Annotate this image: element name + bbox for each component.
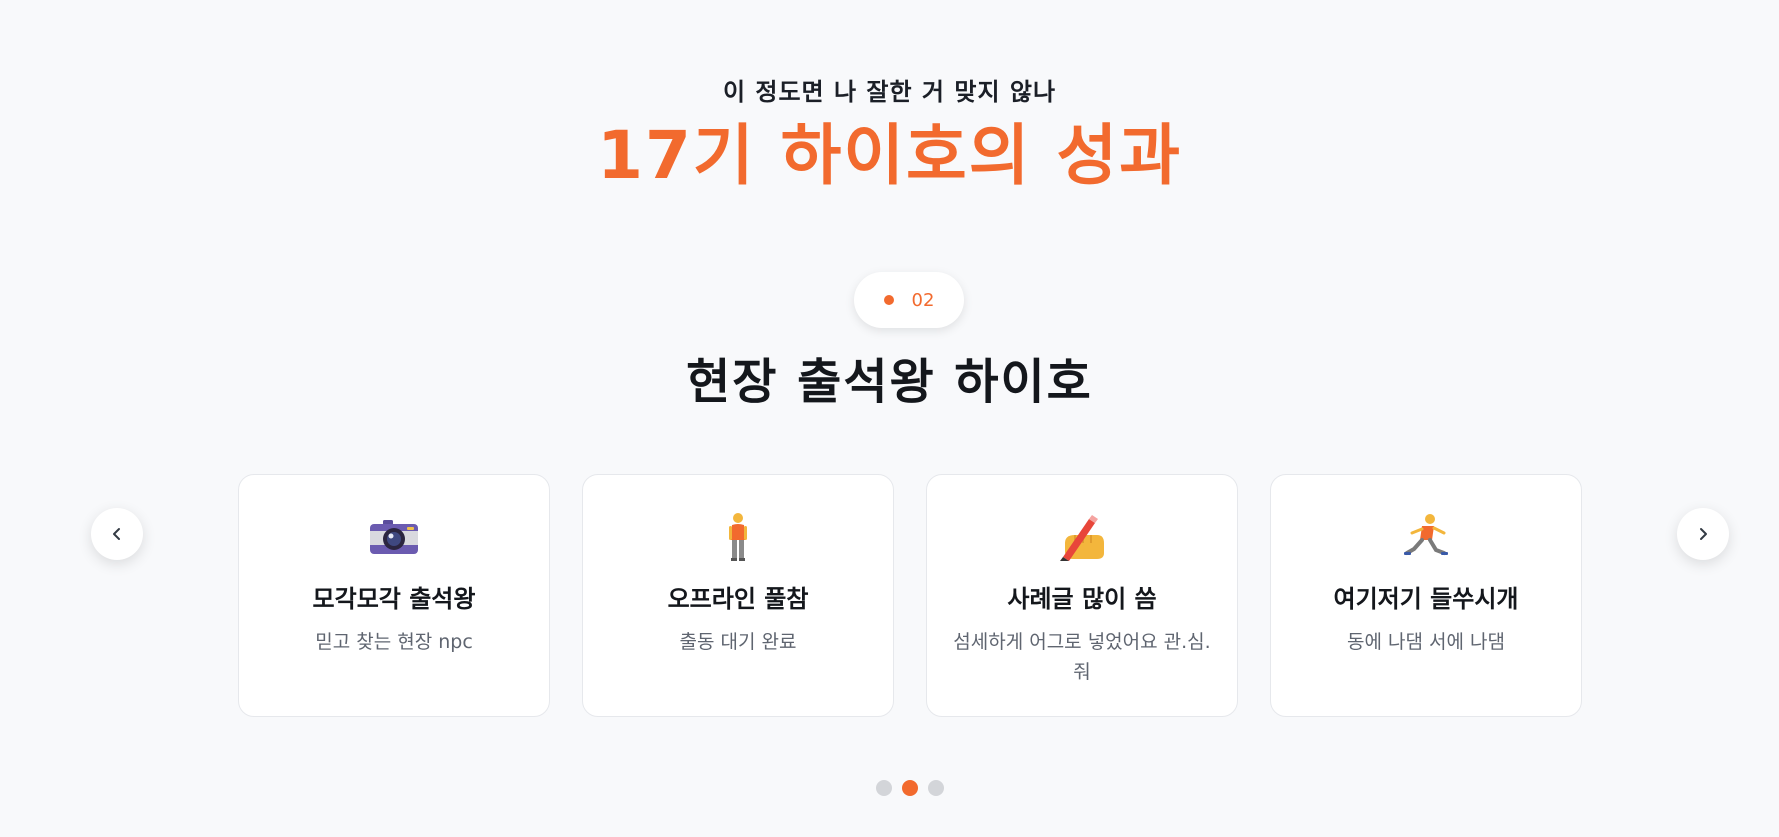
carousel-next-button[interactable] bbox=[1677, 508, 1729, 560]
card-description: 출동 대기 완료 bbox=[679, 631, 797, 653]
achievement-card: 여기저기 들쑤시개 동에 나댐 서에 나댐 bbox=[1270, 474, 1582, 717]
running-person-icon bbox=[1271, 511, 1581, 563]
chevron-left-icon bbox=[113, 528, 120, 540]
card-title: 여기저기 들쑤시개 bbox=[1333, 585, 1519, 613]
card-carousel: 모각모각 출석왕 믿고 찾는 현장 npc 오프라인 풀참 출동 대기 완료 사… bbox=[238, 474, 1582, 717]
standing-person-icon bbox=[583, 511, 893, 563]
chevron-right-icon bbox=[1700, 528, 1707, 540]
achievement-card: 모각모각 출석왕 믿고 찾는 현장 npc bbox=[238, 474, 550, 717]
carousel-pagination bbox=[876, 780, 944, 796]
section-title: 현장 출석왕 하이호 bbox=[686, 354, 1093, 410]
step-dot-icon bbox=[883, 295, 894, 305]
subtitle: 이 정도면 나 잘한 거 맞지 않나 bbox=[722, 78, 1057, 106]
pagination-dot[interactable] bbox=[876, 780, 892, 796]
card-description: 믿고 찾는 현장 npc bbox=[315, 631, 473, 653]
pagination-dot[interactable] bbox=[928, 780, 944, 796]
step-number: 02 bbox=[911, 289, 935, 311]
card-title: 모각모각 출석왕 bbox=[312, 585, 476, 613]
writing-hand-icon bbox=[927, 511, 1237, 563]
pagination-dot-active[interactable] bbox=[902, 780, 918, 796]
camera-icon bbox=[239, 511, 549, 563]
card-description: 섬세하게 어그로 넣었어요 관.심.줘 bbox=[953, 631, 1211, 683]
carousel-prev-button[interactable] bbox=[91, 508, 143, 560]
card-description: 동에 나댐 서에 나댐 bbox=[1347, 631, 1505, 653]
step-badge: 02 bbox=[854, 272, 964, 328]
card-title: 오프라인 풀참 bbox=[667, 585, 809, 613]
achievement-card: 오프라인 풀참 출동 대기 완료 bbox=[582, 474, 894, 717]
card-title: 사례글 많이 씀 bbox=[1007, 585, 1157, 613]
page-title: 17기 하이호의 성과 bbox=[597, 117, 1182, 194]
achievement-card: 사례글 많이 씀 섬세하게 어그로 넣었어요 관.심.줘 bbox=[926, 474, 1238, 717]
